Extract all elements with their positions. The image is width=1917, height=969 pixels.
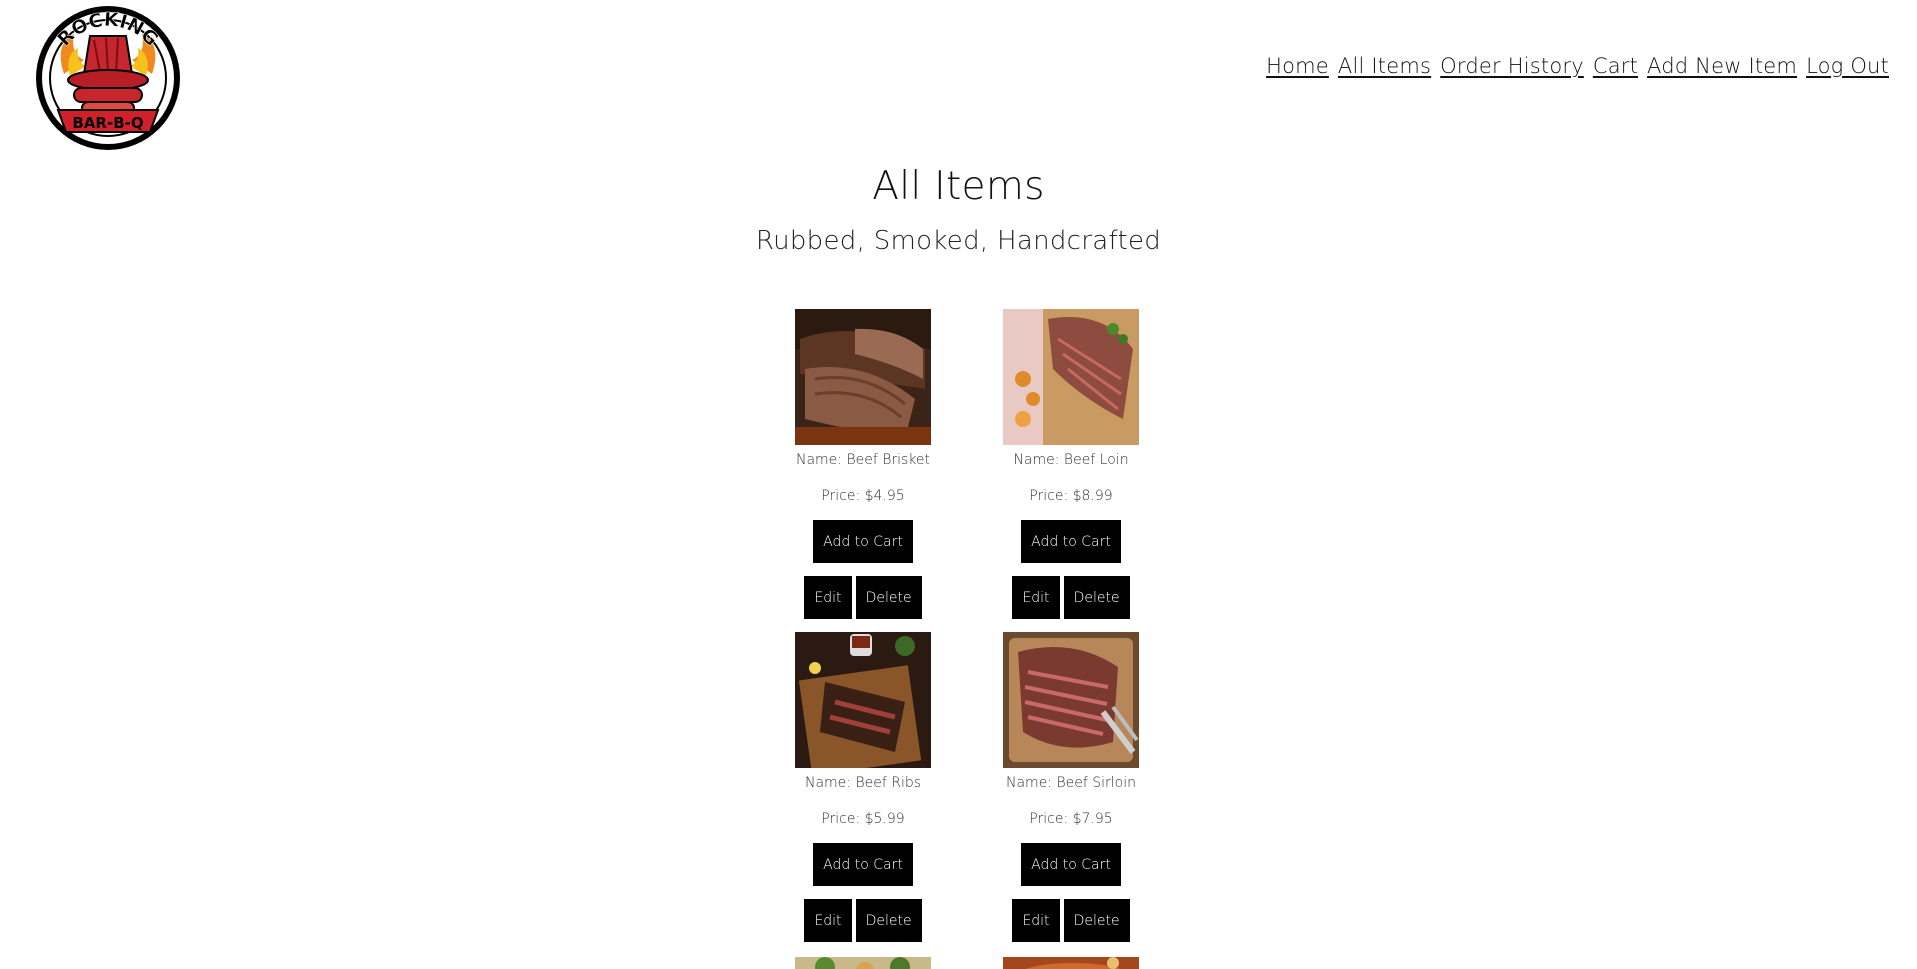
product-card: Name: Beef Ribs Price: $5.99 Add to Cart… xyxy=(763,632,963,942)
nav-log-out[interactable]: Log Out xyxy=(1806,54,1889,78)
product-image[interactable] xyxy=(1003,309,1139,445)
product-image-partial[interactable] xyxy=(795,957,931,969)
product-card: Name: Beef Brisket Price: $4.95 Add to C… xyxy=(763,309,963,619)
delete-button[interactable]: Delete xyxy=(1063,576,1130,619)
sirloin-image xyxy=(1003,632,1139,768)
page-subtitle: Rubbed, Smoked, Handcrafted xyxy=(755,226,1162,256)
nav-add-new-item[interactable]: Add New Item xyxy=(1647,54,1797,78)
add-to-cart-button[interactable]: Add to Cart xyxy=(1021,520,1121,563)
product-price: Price: $4.95 xyxy=(821,488,905,504)
product-name: Name: Beef Ribs xyxy=(804,775,922,791)
add-to-cart-button[interactable]: Add to Cart xyxy=(1021,843,1121,886)
edit-button[interactable]: Edit xyxy=(804,576,852,619)
page: BAR-B-Q ROCKING Home All Items Order His… xyxy=(0,0,1917,969)
partial-food-image xyxy=(795,957,931,969)
logo-graphic: BAR-B-Q ROCKING xyxy=(36,6,180,150)
delete-button[interactable]: Delete xyxy=(855,899,922,942)
ribs-image xyxy=(795,632,931,768)
add-to-cart-button[interactable]: Add to Cart xyxy=(813,843,913,886)
nav-all-items[interactable]: All Items xyxy=(1338,54,1431,78)
product-image[interactable] xyxy=(795,309,931,445)
edit-button[interactable]: Edit xyxy=(1012,899,1060,942)
edit-button[interactable]: Edit xyxy=(1012,576,1060,619)
loin-image xyxy=(1003,309,1139,445)
product-name: Name: Beef Sirloin xyxy=(1006,775,1136,791)
product-price: Price: $5.99 xyxy=(821,811,905,827)
product-price: Price: $7.95 xyxy=(1029,811,1113,827)
nav-home[interactable]: Home xyxy=(1266,54,1329,78)
delete-button[interactable]: Delete xyxy=(855,576,922,619)
delete-button[interactable]: Delete xyxy=(1063,899,1130,942)
brisket-image xyxy=(795,309,931,445)
nav-order-history[interactable]: Order History xyxy=(1440,54,1584,78)
product-card: Name: Beef Sirloin Price: $7.95 Add to C… xyxy=(971,632,1171,942)
logo-bottom-text: BAR-B-Q xyxy=(72,114,143,132)
product-image[interactable] xyxy=(795,632,931,768)
product-price: Price: $8.99 xyxy=(1029,488,1113,504)
product-image-partial[interactable] xyxy=(1003,957,1139,969)
add-to-cart-button[interactable]: Add to Cart xyxy=(813,520,913,563)
page-title: All Items xyxy=(872,164,1045,209)
product-name: Name: Beef Brisket xyxy=(795,452,931,468)
product-card: Name: Beef Loin Price: $8.99 Add to Cart… xyxy=(971,309,1171,619)
partial-food-image xyxy=(1003,957,1139,969)
main-nav: Home All Items Order History Cart Add Ne… xyxy=(1266,54,1889,78)
product-image[interactable] xyxy=(1003,632,1139,768)
edit-button[interactable]: Edit xyxy=(804,899,852,942)
product-name: Name: Beef Loin xyxy=(1013,452,1129,468)
nav-cart[interactable]: Cart xyxy=(1593,54,1638,78)
logo[interactable]: BAR-B-Q ROCKING xyxy=(34,4,182,152)
